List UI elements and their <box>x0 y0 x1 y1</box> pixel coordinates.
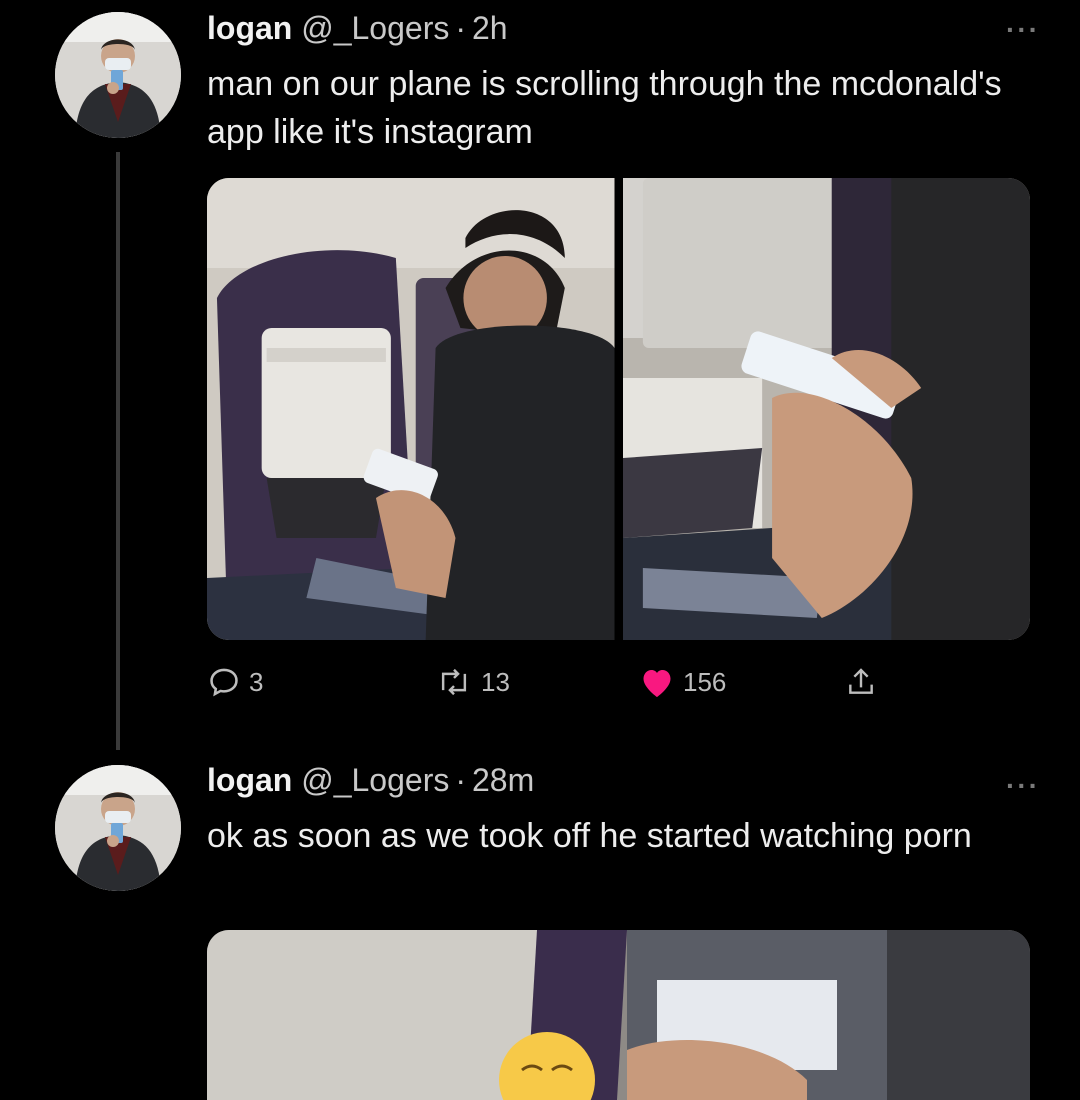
thread-connector-line <box>116 152 120 750</box>
like-count: 156 <box>683 666 727 697</box>
photo-plane-seat-closeup[interactable] <box>622 178 1030 640</box>
like-button[interactable]: 156 <box>639 665 726 699</box>
heart-icon <box>643 670 671 697</box>
timestamp[interactable]: 28m <box>472 762 534 798</box>
tweet-header: logan @_Logers · 28m <box>207 762 534 799</box>
timestamp[interactable]: 2h <box>472 10 508 46</box>
user-avatar-image <box>55 765 181 891</box>
photo-plane-seat-wide[interactable] <box>207 178 615 640</box>
user-handle[interactable]: @_Logers <box>301 10 449 46</box>
tweet-text: man on our plane is scrolling through th… <box>207 65 1002 151</box>
tweet-text: ok as soon as we took off he started wat… <box>207 817 972 855</box>
share-button[interactable] <box>845 665 877 699</box>
reply-icon <box>210 668 238 697</box>
tweet-header: logan @_Logers · 2h <box>207 10 508 47</box>
more-icon[interactable]: ··· <box>1006 770 1040 802</box>
separator-dot: · <box>455 10 466 46</box>
tweet-media[interactable] <box>207 178 1030 640</box>
retweet-button[interactable]: 13 <box>435 665 510 699</box>
avatar[interactable] <box>55 765 181 891</box>
plane-photo-left <box>207 178 615 640</box>
display-name[interactable]: logan <box>207 10 292 46</box>
user-avatar-image <box>55 12 181 138</box>
retweet-count: 13 <box>481 666 510 697</box>
more-icon[interactable]: ··· <box>1006 14 1040 46</box>
display-name[interactable]: logan <box>207 762 292 798</box>
plane-photo-right <box>622 178 1030 640</box>
share-icon <box>849 668 873 694</box>
plane-photo-censored <box>207 930 1030 1100</box>
tweet-media[interactable] <box>207 930 1030 1100</box>
separator-dot: · <box>455 762 466 798</box>
tweet-actions: 3 13 156 <box>207 665 907 705</box>
avatar[interactable] <box>55 12 181 138</box>
reply-button[interactable]: 3 <box>207 665 263 699</box>
user-handle[interactable]: @_Logers <box>301 762 449 798</box>
reply-count: 3 <box>249 666 264 697</box>
retweet-icon <box>441 668 467 696</box>
